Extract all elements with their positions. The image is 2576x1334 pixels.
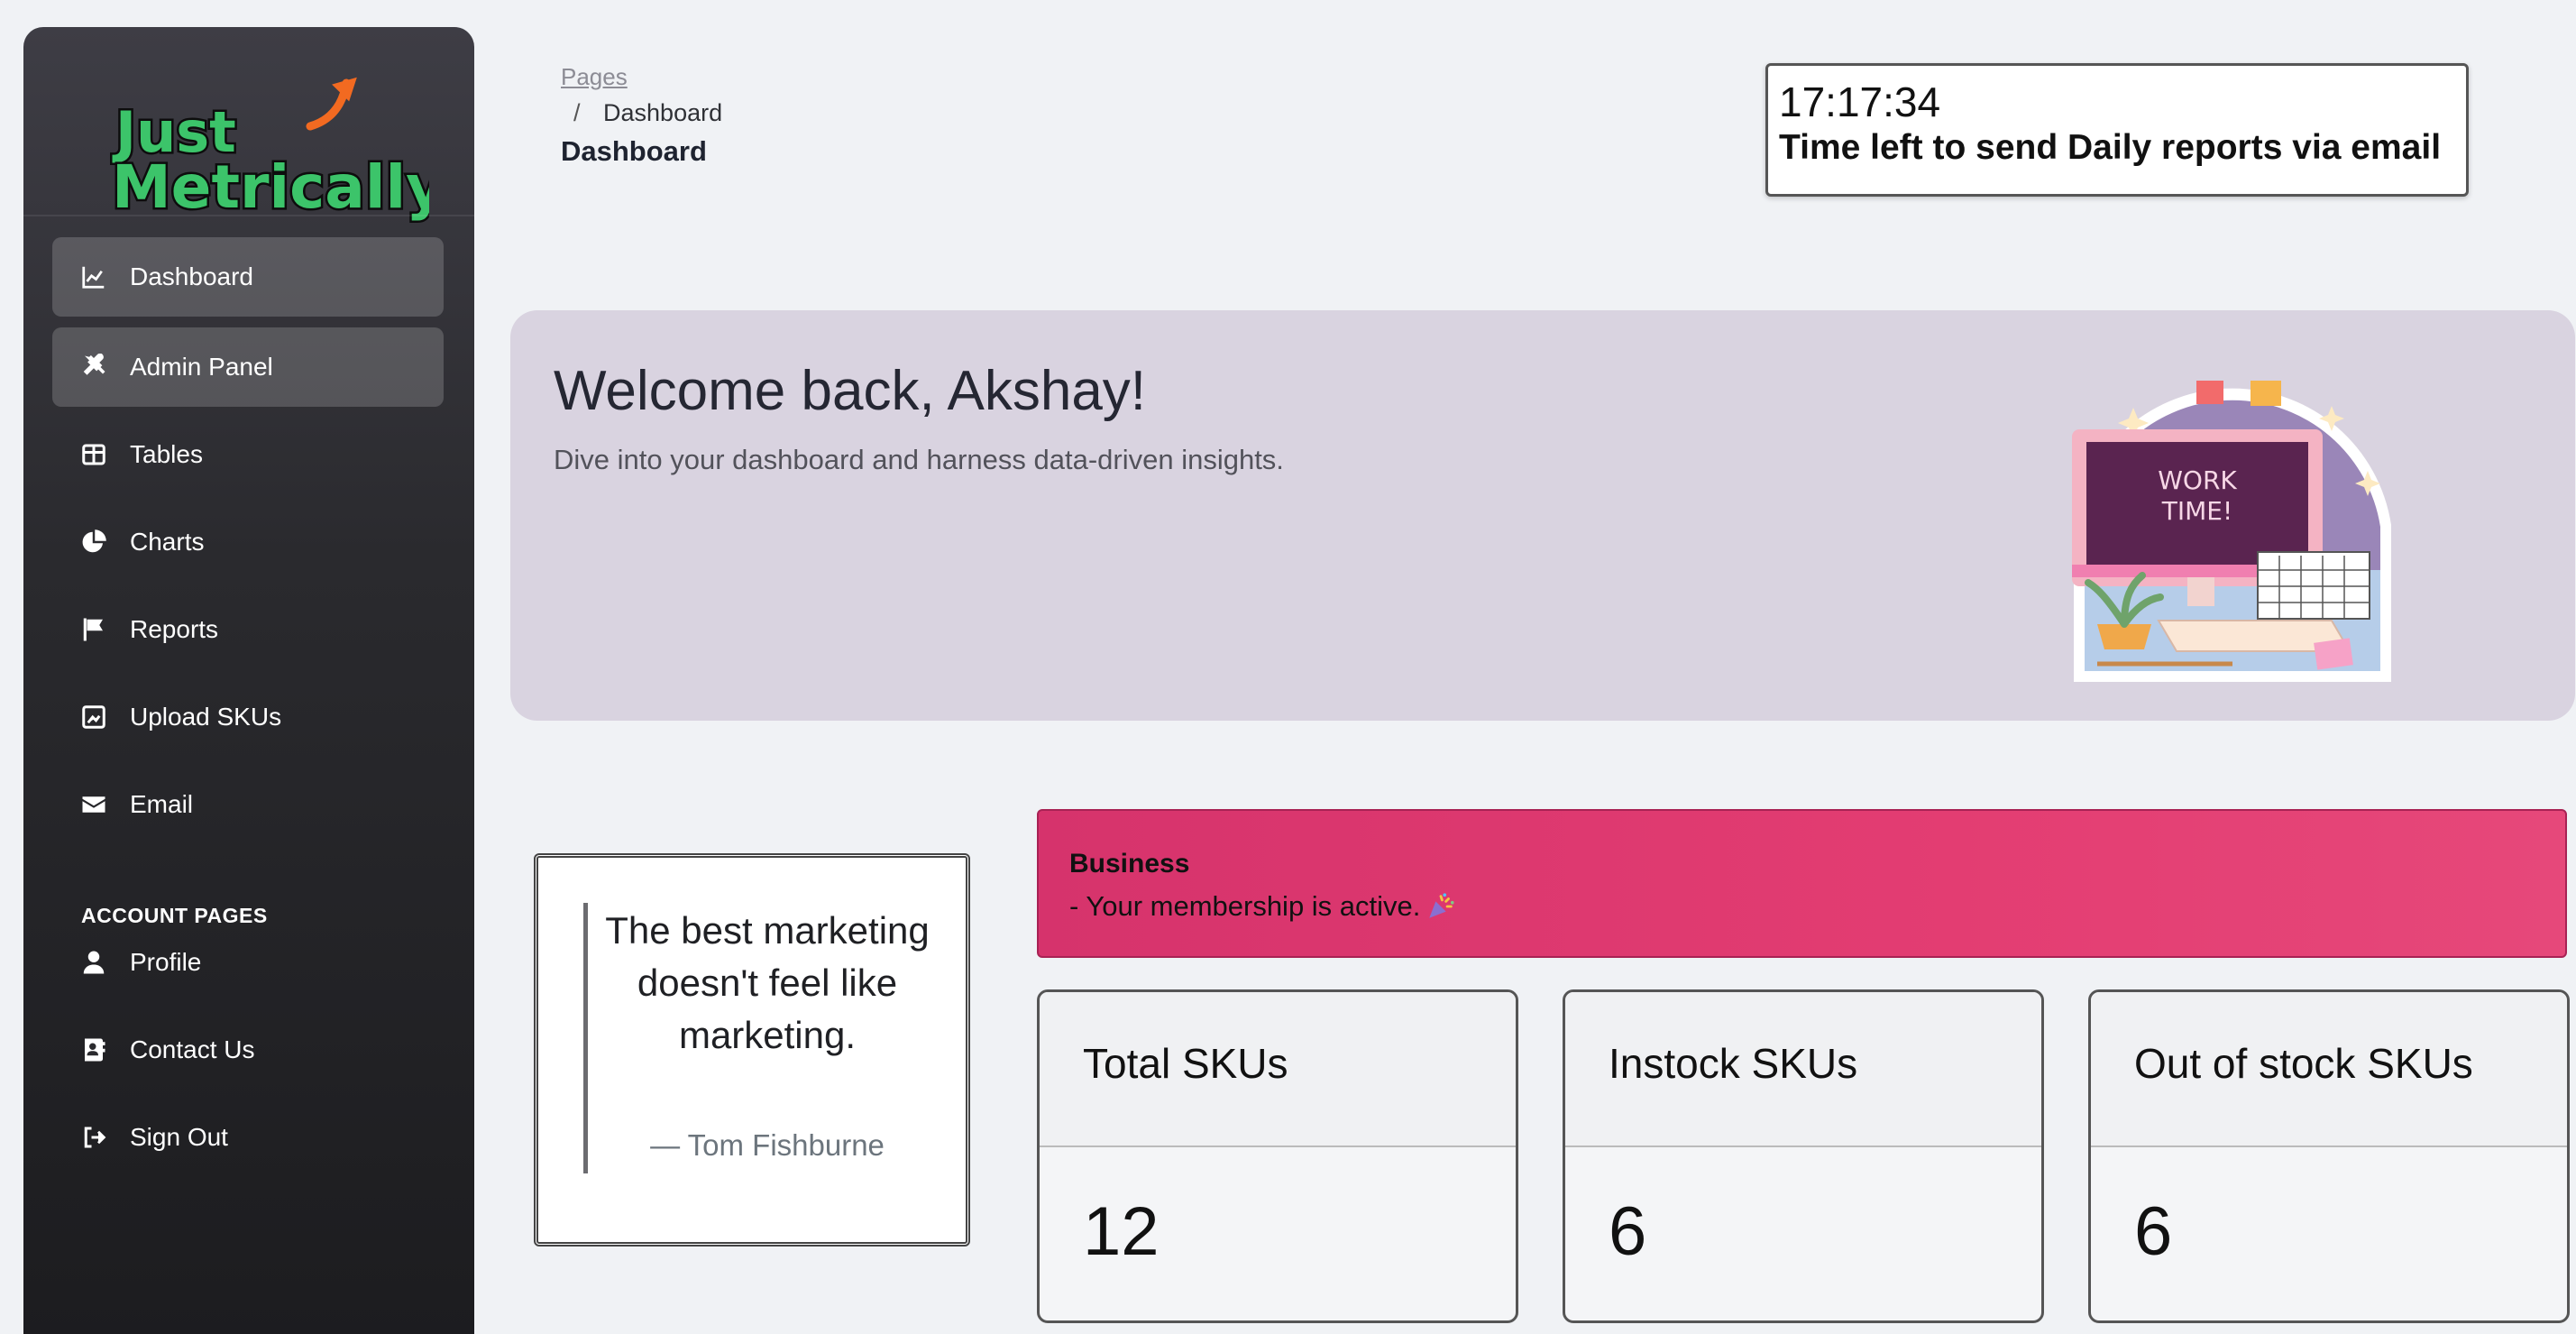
sidebar-item-label: Contact Us bbox=[130, 1035, 255, 1063]
logo-divider bbox=[23, 215, 474, 216]
user-icon bbox=[78, 946, 110, 979]
page-title: Dashboard bbox=[561, 135, 707, 167]
image-upload-icon bbox=[78, 701, 110, 733]
pie-chart-icon bbox=[78, 526, 110, 558]
welcome-subtitle: Dive into your dashboard and harness dat… bbox=[554, 444, 1284, 475]
sidebar-item-email[interactable]: Email bbox=[52, 765, 444, 844]
sidebar-item-label: Sign Out bbox=[130, 1123, 228, 1151]
stat-label: Instock SKUs bbox=[1565, 992, 2041, 1147]
sidebar-item-label: Admin Panel bbox=[130, 353, 273, 381]
sidebar-item-label: Email bbox=[130, 790, 194, 818]
breadcrumb: / Dashboard bbox=[573, 99, 722, 127]
illustration-text-2: TIME! bbox=[2161, 496, 2232, 526]
stat-label: Out of stock SKUs bbox=[2091, 992, 2567, 1147]
total-skus-card: Total SKUs 12 bbox=[1037, 989, 1518, 1323]
breadcrumb-pages-link[interactable]: Pages bbox=[561, 63, 628, 91]
breadcrumb-current: Dashboard bbox=[603, 99, 723, 126]
welcome-banner: Welcome back, Akshay! Dive into your das… bbox=[510, 310, 2575, 721]
sidebar-item-sign-out[interactable]: Sign Out bbox=[52, 1098, 444, 1177]
sidebar-item-label: Reports bbox=[130, 615, 219, 643]
sidebar-item-label: Charts bbox=[130, 528, 205, 556]
welcome-title: Welcome back, Akshay! bbox=[554, 360, 1147, 422]
sidebar: Just Metrically Dashboard Admin Panel Ta… bbox=[23, 27, 474, 1334]
out-of-stock-skus-card: Out of stock SKUs 6 bbox=[2088, 989, 2570, 1323]
stat-label: Total SKUs bbox=[1040, 992, 1516, 1147]
quote-author: — Tom Fishburne bbox=[650, 1128, 885, 1162]
sidebar-item-dashboard[interactable]: Dashboard bbox=[52, 237, 444, 317]
sidebar-item-charts[interactable]: Charts bbox=[52, 502, 444, 582]
tools-icon bbox=[78, 351, 110, 383]
membership-status: - Your membership is active. bbox=[1069, 890, 2535, 923]
quote-accent-bar bbox=[583, 903, 588, 1173]
sidebar-item-profile[interactable]: Profile bbox=[52, 923, 444, 1002]
sidebar-item-contact-us[interactable]: Contact Us bbox=[52, 1010, 444, 1090]
sidebar-item-label: Upload SKUs bbox=[130, 703, 282, 731]
membership-alert: Business - Your membership is active. bbox=[1037, 809, 2567, 958]
illustration-text-1: WORK bbox=[2158, 465, 2237, 495]
stat-value: 6 bbox=[2134, 1193, 2173, 1270]
sidebar-item-label: Tables bbox=[130, 440, 203, 468]
contact-card-icon bbox=[78, 1034, 110, 1066]
quote-text: The best marketing doesn't feel like mar… bbox=[605, 909, 930, 1056]
report-timer-box: 17:17:34 Time left to send Daily reports… bbox=[1765, 63, 2469, 197]
report-timer-label: Time left to send Daily reports via emai… bbox=[1779, 128, 2442, 167]
sidebar-item-label: Profile bbox=[130, 948, 202, 976]
chart-line-icon bbox=[78, 261, 110, 293]
breadcrumb-separator: / bbox=[573, 99, 581, 126]
sidebar-item-label: Dashboard bbox=[130, 262, 253, 290]
brand-line-2: Metrically bbox=[112, 152, 429, 222]
membership-status-text: - Your membership is active. bbox=[1069, 890, 1421, 922]
sidebar-item-tables[interactable]: Tables bbox=[52, 415, 444, 494]
envelope-icon bbox=[78, 788, 110, 821]
instock-skus-card: Instock SKUs 6 bbox=[1563, 989, 2044, 1323]
membership-plan: Business bbox=[1069, 849, 1190, 879]
flag-icon bbox=[78, 613, 110, 646]
report-timer-countdown: 17:17:34 bbox=[1779, 78, 1941, 125]
sign-out-icon bbox=[78, 1121, 110, 1154]
sidebar-item-admin-panel[interactable]: Admin Panel bbox=[52, 327, 444, 407]
stat-value: 12 bbox=[1083, 1193, 1160, 1270]
party-popper-icon bbox=[1429, 893, 1454, 918]
table-icon bbox=[78, 438, 110, 471]
sidebar-item-upload-skus[interactable]: Upload SKUs bbox=[52, 677, 444, 757]
sidebar-item-reports[interactable]: Reports bbox=[52, 590, 444, 669]
stat-value: 6 bbox=[1609, 1193, 1647, 1270]
quote-card: The best marketing doesn't feel like mar… bbox=[534, 853, 970, 1247]
work-time-illustration: WORK TIME! bbox=[2072, 381, 2391, 682]
